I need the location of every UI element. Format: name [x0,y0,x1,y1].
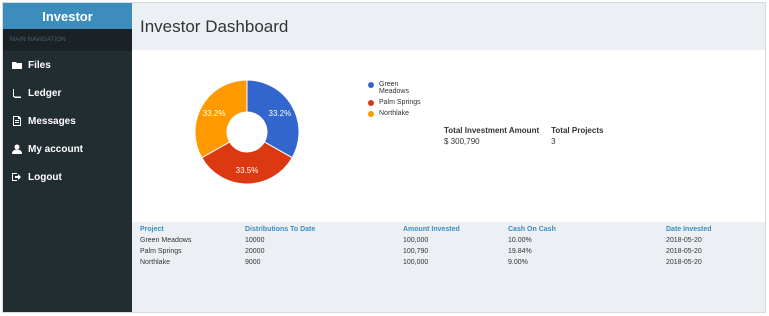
stat-value: $ 300,790 [444,137,480,146]
investment-pie-chart: 33.2% 33.5% 33.2% Green Meadows Palm Sprin… [192,77,421,187]
stat-value: 3 [551,137,556,146]
column-header[interactable]: Cash On Cash [508,224,666,235]
sidebar-item-files[interactable]: Files [3,51,132,79]
column-header[interactable]: Distributions To Date [245,224,403,235]
sidebar-item-ledger[interactable]: Ledger [3,79,132,107]
sidebar-item-label: Ledger [28,87,62,99]
table-cell: 10.00% [508,237,532,244]
column-header[interactable]: Date Invested [666,224,760,235]
table-cell: Palm Springs [140,248,182,255]
legend-item[interactable]: Green Meadows [368,81,428,95]
table-cell: 100,000 [403,259,429,266]
table-cell: 2018-05-20 [666,248,702,255]
pie-slice[interactable] [194,79,248,159]
sidebar-item-my-account[interactable]: My account [3,135,132,163]
page-title: Investor Dashboard [140,16,289,36]
projects-table: Project Distributions To Date Amount Inv… [140,224,760,268]
legend-label: Northlake [379,110,409,117]
pie-slice[interactable] [246,79,300,159]
legend-item[interactable]: Northlake [368,110,428,117]
legend-swatch [368,111,374,117]
sidebar: Investor MAIN NAVIGATION Files Ledger Me… [3,3,132,312]
projects-table-area: Project Distributions To Date Amount Inv… [132,224,765,312]
table-cell: 2018-05-20 [666,259,702,266]
legend-swatch [368,100,374,106]
table-cell: 100,790 [403,248,429,255]
user-icon [11,143,23,155]
table-row[interactable]: Northlake 9000 100,000 9.00% 2018-05-20 [140,257,760,268]
main-content: Investor Dashboard 33.2% 33.5% 33.2% Green… [132,3,765,312]
book-icon [11,87,23,99]
chart-legend: Green Meadows Palm Springs Northlake [368,81,428,121]
stat-label: Total Investment Amount [444,126,540,135]
table-header-row: Project Distributions To Date Amount Inv… [140,224,760,235]
table-cell: 19.84% [508,248,532,255]
legend-swatch [368,82,374,88]
table-cell: 10000 [245,237,265,244]
nav-header: MAIN NAVIGATION [3,29,132,51]
legend-label: Green Meadows [379,81,409,95]
legend-item[interactable]: Palm Springs [368,99,428,106]
table-row[interactable]: Palm Springs 20000 100,790 19.84% 2018-0… [140,246,760,257]
total-projects-stat: Total Projects 3 [551,126,603,146]
table-cell: Northlake [140,259,170,266]
sidebar-item-label: My account [28,143,84,155]
sidebar-item-label: Messages [28,115,76,127]
column-header[interactable]: Project [140,224,245,235]
app-frame: Investor MAIN NAVIGATION Files Ledger Me… [2,2,766,313]
legend-label: Palm Springs [379,99,421,106]
brand-logo[interactable]: Investor [3,3,132,29]
sidebar-item-label: Logout [28,171,62,183]
table-cell: Green Meadows [140,237,192,244]
sidebar-item-messages[interactable]: Messages [3,107,132,135]
table-cell: 9.00% [508,259,528,266]
folder-icon [11,59,23,71]
document-icon [11,115,23,127]
slice-label: 33.2% [203,109,226,118]
sidebar-item-logout[interactable]: Logout [3,163,132,191]
table-cell: 20000 [245,248,265,255]
table-cell: 2018-05-20 [666,237,702,244]
table-cell: 9000 [245,259,261,266]
pie-svg: 33.2% 33.5% 33.2% [194,79,300,185]
table-row[interactable]: Green Meadows 10000 100,000 10.00% 2018-… [140,235,760,246]
summary-stats: Total Investment Amount $ 300,790 Total … [444,126,615,146]
sidebar-item-label: Files [28,59,51,71]
slice-label: 33.5% [236,166,259,175]
column-header[interactable]: Amount Invested [403,224,508,235]
table-cell: 100,000 [403,237,429,244]
dashboard-card: 33.2% 33.5% 33.2% Green Meadows Palm Sprin… [132,50,765,222]
logout-icon [11,171,23,183]
total-investment-stat: Total Investment Amount $ 300,790 [444,126,539,146]
stat-label: Total Projects [551,126,604,135]
slice-label: 33.2% [269,109,292,118]
